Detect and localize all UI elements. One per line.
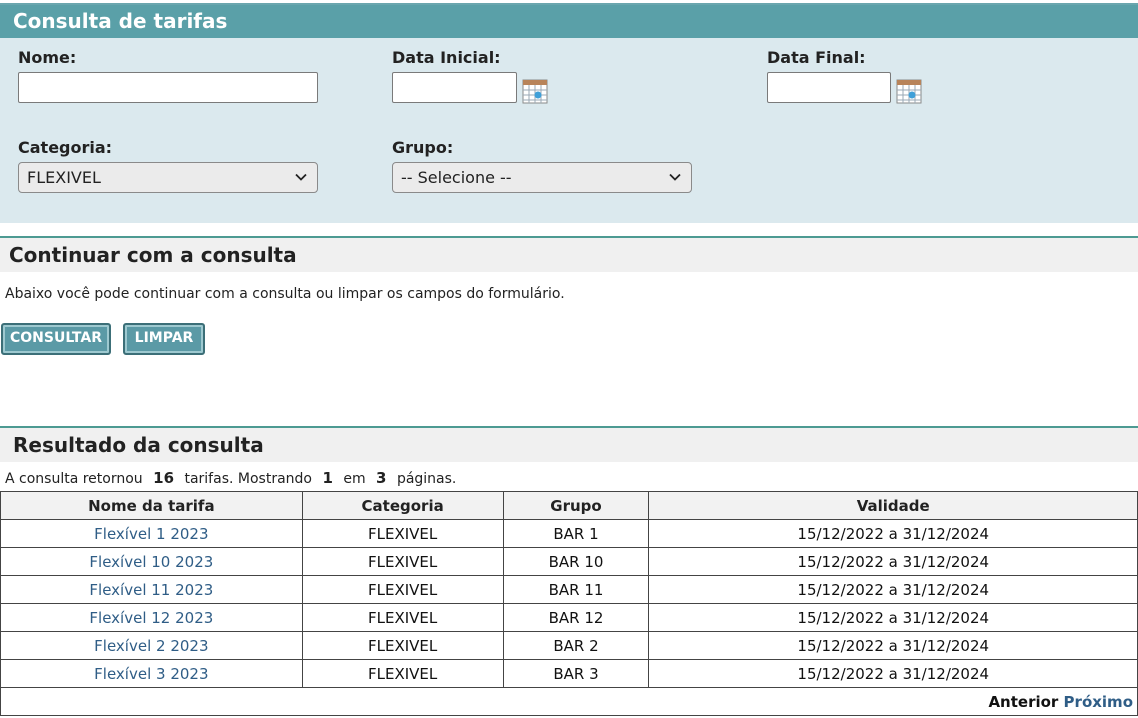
nome-input[interactable] — [18, 72, 318, 103]
search-panel-title: Consulta de tarifas — [0, 5, 1138, 38]
tarifa-link[interactable]: Flexível 11 2023 — [0, 575, 303, 604]
summary-prefix: A consulta retornou — [5, 471, 143, 487]
chevron-down-icon — [669, 173, 681, 181]
tarifa-link[interactable]: Flexível 12 2023 — [0, 603, 303, 632]
grupo-cell: BAR 2 — [502, 631, 650, 660]
grupo-cell: BAR 12 — [502, 603, 650, 632]
categoria-cell: FLEXIVEL — [301, 631, 504, 660]
chevron-down-icon — [295, 173, 307, 181]
grupo-select[interactable]: -- Selecione -- — [392, 162, 692, 193]
validade-cell: 15/12/2022 a 31/12/2024 — [648, 603, 1138, 632]
table-row: Flexível 12 2023 FLEXIVEL BAR 12 15/12/2… — [0, 603, 1138, 632]
results-summary: A consulta retornou 16 tarifas. Mostrand… — [5, 469, 456, 487]
categoria-cell: FLEXIVEL — [301, 659, 504, 688]
column-header[interactable]: Nome da tarifa — [0, 491, 303, 520]
categoria-cell: FLEXIVEL — [301, 547, 504, 576]
table-row: Flexível 2 2023 FLEXIVEL BAR 2 15/12/202… — [0, 631, 1138, 660]
summary-em: em — [343, 471, 366, 487]
tarifa-link[interactable]: Flexível 1 2023 — [0, 519, 303, 548]
calendar-icon[interactable] — [522, 78, 548, 104]
pager: Anterior Próximo — [0, 687, 1138, 716]
validade-cell: 15/12/2022 a 31/12/2024 — [648, 631, 1138, 660]
summary-suffix: páginas. — [396, 471, 457, 487]
validade-cell: 15/12/2022 a 31/12/2024 — [648, 547, 1138, 576]
tarifa-link[interactable]: Flexível 2 2023 — [0, 631, 303, 660]
total-pages: 3 — [376, 469, 387, 487]
summary-mid: tarifas. Mostrando — [184, 471, 312, 487]
data-inicial-input[interactable] — [392, 72, 517, 103]
table-header-row: Nome da tarifa Categoria Grupo Validade — [0, 491, 1138, 520]
pager-row: Anterior Próximo — [0, 687, 1138, 716]
consultar-button[interactable]: CONSULTAR — [1, 323, 111, 355]
calendar-icon[interactable] — [896, 78, 922, 104]
categoria-select[interactable]: FLEXIVEL — [18, 162, 318, 193]
validade-cell: 15/12/2022 a 31/12/2024 — [648, 519, 1138, 548]
data-final-input[interactable] — [767, 72, 891, 103]
grupo-cell: BAR 10 — [502, 547, 650, 576]
grupo-cell: BAR 1 — [502, 519, 650, 548]
column-header[interactable]: Validade — [648, 491, 1138, 520]
data-final-label: Data Final: — [767, 48, 866, 67]
categoria-label: Categoria: — [18, 138, 113, 157]
validade-cell: 15/12/2022 a 31/12/2024 — [648, 659, 1138, 688]
results-table: Nome da tarifa Categoria Grupo Validade … — [0, 491, 1138, 716]
validade-cell: 15/12/2022 a 31/12/2024 — [648, 575, 1138, 604]
grupo-selected-value: -- Selecione -- — [401, 168, 512, 187]
continue-description: Abaixo você pode continuar com a consult… — [5, 286, 565, 302]
tarifa-link[interactable]: Flexível 3 2023 — [0, 659, 303, 688]
current-page: 1 — [322, 469, 333, 487]
tarifa-link[interactable]: Flexível 10 2023 — [0, 547, 303, 576]
categoria-selected-value: FLEXIVEL — [27, 168, 101, 187]
limpar-button[interactable]: LIMPAR — [123, 323, 205, 355]
grupo-cell: BAR 3 — [502, 659, 650, 688]
categoria-cell: FLEXIVEL — [301, 603, 504, 632]
column-header[interactable]: Grupo — [502, 491, 650, 520]
table-row: Flexível 1 2023 FLEXIVEL BAR 1 15/12/202… — [0, 519, 1138, 548]
continue-section-title: Continuar com a consulta — [0, 238, 1138, 272]
search-panel: Consulta de tarifas Nome: Data Inicial: … — [0, 3, 1138, 223]
results-total: 16 — [153, 469, 175, 487]
nome-label: Nome: — [18, 48, 77, 67]
grupo-cell: BAR 11 — [502, 575, 650, 604]
results-section-title: Resultado da consulta — [0, 428, 1138, 462]
table-row: Flexível 11 2023 FLEXIVEL BAR 11 15/12/2… — [0, 575, 1138, 604]
categoria-cell: FLEXIVEL — [301, 575, 504, 604]
pager-next-link[interactable]: Próximo — [1064, 693, 1133, 711]
table-row: Flexível 3 2023 FLEXIVEL BAR 3 15/12/202… — [0, 659, 1138, 688]
categoria-cell: FLEXIVEL — [301, 519, 504, 548]
grupo-label: Grupo: — [392, 138, 454, 157]
column-header[interactable]: Categoria — [301, 491, 504, 520]
pager-previous: Anterior — [988, 692, 1059, 711]
table-row: Flexível 10 2023 FLEXIVEL BAR 10 15/12/2… — [0, 547, 1138, 576]
data-inicial-label: Data Inicial: — [392, 48, 501, 67]
